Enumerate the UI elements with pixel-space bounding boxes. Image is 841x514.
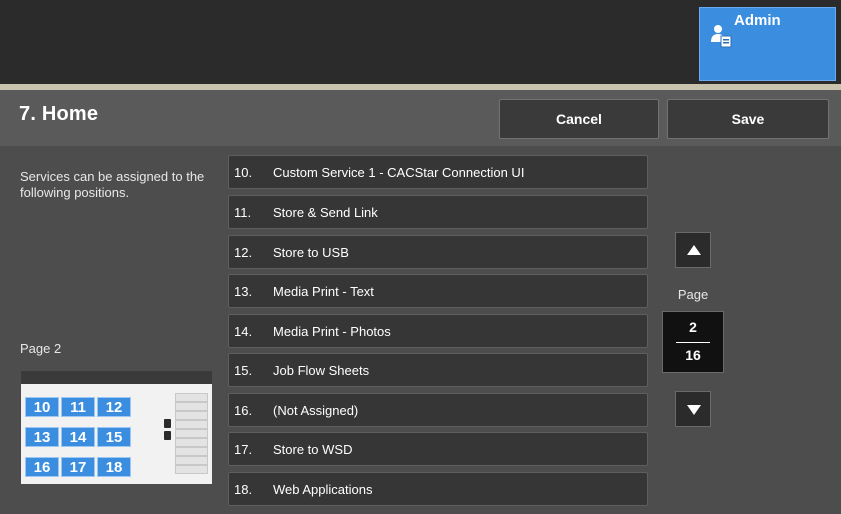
scroll-up-button[interactable]	[675, 232, 711, 268]
position-cell: 15	[97, 427, 131, 447]
position-map: 10 11 12 13 14 15 16 17 18	[21, 371, 212, 484]
page-counter: 2 16	[662, 311, 724, 373]
page-title: 7. Home	[19, 103, 99, 125]
admin-label: Admin	[734, 12, 781, 29]
cancel-button[interactable]: Cancel	[499, 99, 659, 139]
empty-slot	[175, 429, 208, 438]
admin-button[interactable]: Admin	[699, 7, 836, 81]
service-row[interactable]: 11. Store & Send Link	[228, 195, 648, 229]
description-text: Services can be assigned to the followin…	[20, 169, 205, 200]
service-number: 17.	[234, 442, 253, 457]
service-number: 16.	[234, 403, 253, 418]
position-cell: 11	[61, 397, 95, 417]
position-cell: 13	[25, 427, 59, 447]
service-row[interactable]: 17. Store to WSD	[228, 432, 648, 466]
service-number: 12.	[234, 245, 253, 260]
page-divider	[676, 342, 710, 343]
service-label: Store & Send Link	[273, 205, 378, 220]
page-total: 16	[685, 347, 701, 363]
empty-slot	[175, 438, 208, 447]
position-cell: 18	[97, 457, 131, 477]
admin-user-icon	[711, 25, 732, 48]
arrow-down-icon	[687, 405, 701, 415]
page-indicator-left: Page 2	[20, 341, 62, 356]
service-row[interactable]: 15. Job Flow Sheets	[228, 353, 648, 387]
empty-slot	[175, 393, 208, 402]
service-number: 11.	[234, 205, 252, 220]
empty-slot	[175, 420, 208, 429]
map-scroll-down-icon	[164, 431, 171, 440]
scroll-down-button[interactable]	[675, 391, 711, 427]
service-row[interactable]: 12. Store to USB	[228, 235, 648, 269]
service-label: Media Print - Text	[273, 284, 374, 299]
service-number: 15.	[234, 363, 253, 378]
empty-slot	[175, 447, 208, 456]
position-cell: 12	[97, 397, 131, 417]
page-current: 2	[689, 319, 697, 335]
service-row[interactable]: 13. Media Print - Text	[228, 274, 648, 308]
service-row[interactable]: 10. Custom Service 1 - CACStar Connectio…	[228, 155, 648, 189]
service-label: Web Applications	[273, 482, 373, 497]
position-cell: 10	[25, 397, 59, 417]
service-number: 18.	[234, 482, 253, 497]
empty-slot	[175, 411, 208, 420]
service-label: Media Print - Photos	[273, 324, 391, 339]
empty-slot	[175, 402, 208, 411]
service-label: (Not Assigned)	[273, 403, 359, 418]
position-map-header	[21, 371, 212, 384]
page-label: Page	[677, 287, 709, 302]
service-label: Job Flow Sheets	[273, 363, 370, 378]
service-row[interactable]: 18. Web Applications	[228, 472, 648, 506]
position-cell: 16	[25, 457, 59, 477]
position-cell: 17	[61, 457, 95, 477]
empty-slot	[175, 456, 208, 465]
save-button[interactable]: Save	[667, 99, 829, 139]
service-row[interactable]: 16. (Not Assigned)	[228, 393, 648, 427]
arrow-up-icon	[687, 245, 701, 255]
service-number: 10.	[234, 165, 253, 180]
service-label: Custom Service 1 - CACStar Connection UI	[273, 165, 525, 180]
map-scroll-up-icon	[164, 419, 171, 428]
service-label: Store to WSD	[273, 442, 353, 457]
service-number: 13.	[234, 284, 253, 299]
position-cell: 14	[61, 427, 95, 447]
service-label: Store to USB	[273, 245, 349, 260]
service-number: 14.	[234, 324, 253, 339]
empty-slot	[175, 465, 208, 474]
service-row[interactable]: 14. Media Print - Photos	[228, 314, 648, 348]
